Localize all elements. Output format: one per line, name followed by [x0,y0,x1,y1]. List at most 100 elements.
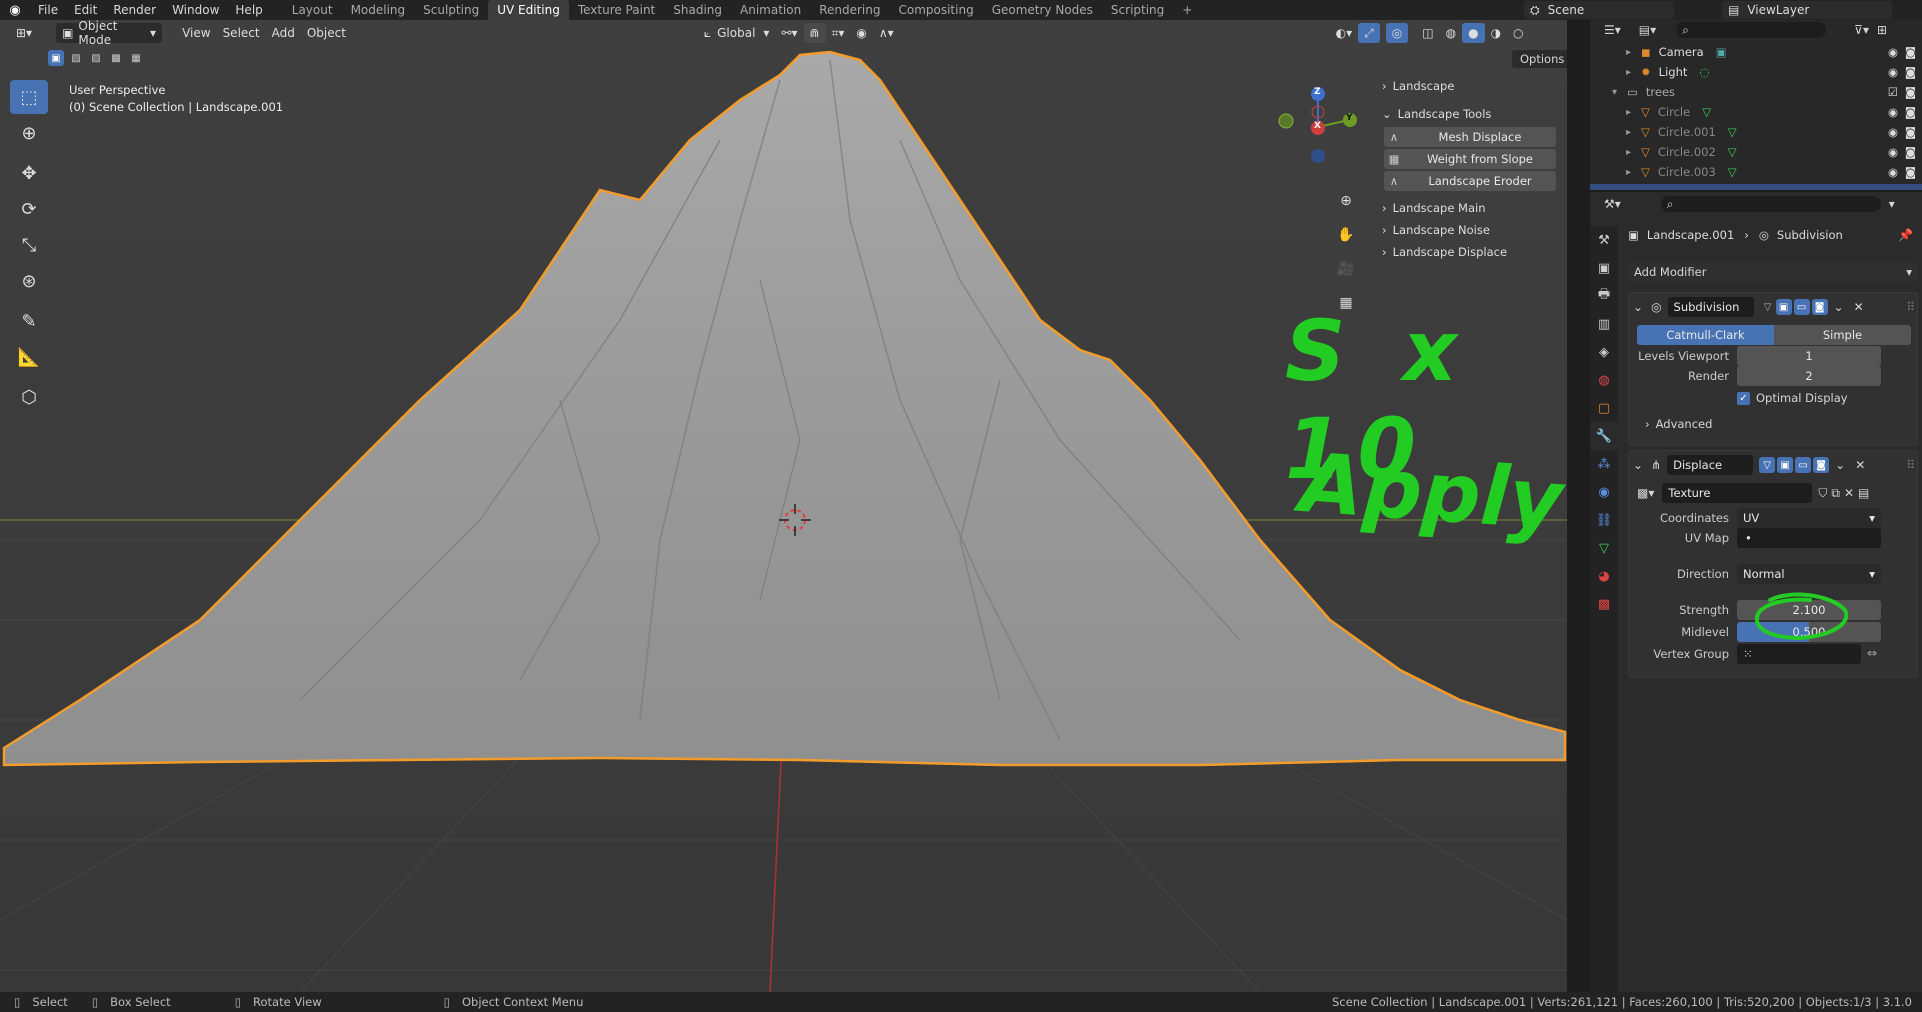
workspace-tab-scripting[interactable]: Scripting [1102,0,1173,20]
transform-tool-icon[interactable]: ⊛ [10,264,48,298]
wireframe-shading-icon[interactable]: ◍ [1440,23,1462,43]
texture-name-field[interactable]: Texture [1662,483,1813,503]
select-invert-icon[interactable]: ▩ [108,50,124,66]
edit-mode-toggle-icon[interactable]: ▽ [1760,299,1776,315]
measure-tool-icon[interactable]: 📐 [10,340,48,374]
workspace-tab-layout[interactable]: Layout [283,0,342,20]
simple-button[interactable]: Simple [1774,325,1911,345]
pin-icon[interactable]: 📌 [1898,228,1913,242]
scene-tab-icon[interactable]: ◈ [1590,338,1618,366]
output-tab-icon[interactable]: 🖶 [1590,282,1618,310]
add-cube-tool-icon[interactable]: ⬡ [10,380,48,414]
pan-hand-icon[interactable]: ✋ [1333,222,1359,248]
landscape-tool-button[interactable]: ∧ Landscape Eroder [1384,171,1556,191]
displace-name-field[interactable]: Displace [1667,455,1754,475]
chevron-right-icon[interactable]: ▸ [1626,127,1631,138]
visibility-eye-icon[interactable]: ◉ [1888,165,1898,179]
editor-type-icon[interactable]: ⊞▾ [10,23,38,43]
scale-tool-icon[interactable]: ⤡ [10,228,48,262]
outliner-selected-row[interactable] [1590,184,1922,190]
chevron-down-icon[interactable]: ⌄ [1633,300,1643,314]
visibility-icon[interactable]: ◐▾ [1330,23,1359,43]
blender-logo-icon[interactable]: ◉ [0,3,30,18]
sidebar-tab-item[interactable]: Item [1563,98,1567,136]
pivot-icon[interactable]: ⚯▾ [775,23,803,43]
object-menu[interactable]: Object [301,23,352,43]
world-tab-icon[interactable]: ◍ [1590,366,1618,394]
workspace-tab-modeling[interactable]: Modeling [342,0,415,20]
render-visibility-icon[interactable]: ◙ [1905,145,1916,159]
outliner[interactable]: ☰▾ ▤▾ ⌕ ⊽▾ ⊞ ▸ ◼ Camera ▣ ◉ ◙ ▸ ✹ Light ◌ ◉ ◙ ▾ ▭ tree… [1590,20,1922,190]
material-shading-icon[interactable]: ◑ [1485,23,1507,43]
outliner-row[interactable]: ▸ ▽ Circle ▽ ◉ ◙ [1590,102,1922,122]
render-tab-icon[interactable]: ▣ [1590,254,1618,282]
proportional-edit-icon[interactable]: ◉ [850,23,872,43]
landscape-tool-button[interactable]: ▦ Weight from Slope [1384,149,1556,169]
cage-toggle-icon[interactable]: ▣ [1777,457,1794,473]
add-modifier-dropdown[interactable]: Add Modifier ▾ [1628,262,1918,282]
outliner-row[interactable]: ▸ ▽ Circle.003 ▽ ◉ ◙ [1590,162,1922,182]
material-tab-icon[interactable]: ◕ [1590,562,1618,590]
particles-tab-icon[interactable]: ⁂ [1590,450,1618,478]
add-workspace-button[interactable]: + [1173,0,1201,20]
duplicate-icon[interactable]: ⧉ [1831,486,1840,501]
sidebar-section-landscape-main[interactable]: › Landscape Main [1378,197,1560,219]
outliner-row[interactable]: ▸ ▽ Circle.002 ▽ ◉ ◙ [1590,142,1922,162]
viewlayer-selector[interactable]: ▤ ViewLayer [1722,1,1892,19]
drag-handle-icon[interactable]: ⠿ [1906,458,1915,472]
chevron-down-icon[interactable]: ▾ [1612,87,1617,98]
render-visibility-icon[interactable]: ◙ [1905,45,1916,59]
rendered-shading-icon[interactable]: ○ [1507,23,1529,43]
tool-tab-icon[interactable]: ⚒ [1590,226,1618,254]
subdivision-name-field[interactable]: Subdivision [1667,297,1754,317]
uvmap-field[interactable]: • [1737,528,1881,548]
render-visibility-icon[interactable]: ◙ [1905,165,1916,179]
chevron-right-icon[interactable]: ▸ [1626,167,1631,178]
display-mode-icon[interactable]: ▤▾ [1639,23,1656,37]
viewport-toggle-icon[interactable]: ▭ [1795,457,1812,473]
outliner-row[interactable]: ▸ ◼ Camera ▣ ◉ ◙ [1590,42,1922,62]
xray-icon[interactable]: ◫ [1416,23,1439,43]
render-visibility-icon[interactable]: ◙ [1905,105,1916,119]
select-extend-icon[interactable]: ▧ [68,50,84,66]
physics-tab-icon[interactable]: ◉ [1590,478,1618,506]
workspace-tab-compositing[interactable]: Compositing [889,0,982,20]
cage-toggle-icon[interactable]: ▣ [1775,299,1792,315]
properties-search-input[interactable]: ⌕ [1660,196,1881,212]
menu-help[interactable]: Help [227,0,270,20]
catmull-clark-button[interactable]: Catmull-Clark [1637,325,1774,345]
object-mode-dropdown[interactable]: ▣ Object Mode ▾ [56,20,163,47]
select-new-icon[interactable]: ▣ [48,50,64,66]
annotate-tool-icon[interactable]: ✎ [10,304,48,338]
texture-browse-icon[interactable]: ▩▾ [1637,486,1654,500]
camera-view-icon[interactable]: 🎥 [1333,256,1359,282]
chevron-right-icon[interactable]: ▸ [1626,67,1631,78]
optimal-display-checkbox[interactable]: ✓ Optimal Display [1737,391,1848,405]
visibility-eye-icon[interactable]: ◉ [1888,45,1898,59]
select-box-tool-icon[interactable]: ⬚ [10,80,48,114]
outliner-editor-icon[interactable]: ☰▾ [1604,23,1621,37]
outliner-row[interactable]: ▸ ▽ Circle.001 ▽ ◉ ◙ [1590,122,1922,142]
cursor-tool-icon[interactable]: ⊕ [10,116,48,150]
sidebar-section-landscape-displace[interactable]: › Landscape Displace [1378,241,1560,263]
3d-viewport[interactable]: ⊞▾ ▣ Object Mode ▾ View Select Add Objec… [0,20,1567,992]
texture-properties-icon[interactable]: ▤ [1858,486,1869,500]
drag-handle-icon[interactable]: ⠿ [1906,300,1915,314]
outliner-row[interactable]: ▾ ▭ trees ☑ ◙ [1590,82,1922,102]
render-toggle-icon[interactable]: ◙ [1811,299,1828,315]
view-menu[interactable]: View [176,23,216,43]
sidebar-section-landscape-noise[interactable]: › Landscape Noise [1378,219,1560,241]
chevron-right-icon[interactable]: ▸ [1626,107,1631,118]
visibility-eye-icon[interactable]: ◉ [1888,105,1898,119]
landscape-tools-section[interactable]: ⌄ Landscape Tools [1378,103,1560,125]
select-subtract-icon[interactable]: ▨ [88,50,104,66]
data-tab-icon[interactable]: ▽ [1590,534,1618,562]
modifier-tab-icon[interactable]: 🔧 [1590,422,1618,450]
advanced-subpanel[interactable]: › Advanced [1645,417,1712,431]
sidebar-tab-create[interactable]: Create [1563,227,1567,279]
add-menu[interactable]: Add [266,23,301,43]
snap-icon[interactable]: ⋒ [803,23,826,43]
chevron-down-icon[interactable]: ▾ [1889,197,1895,211]
workspace-tab-sculpting[interactable]: Sculpting [414,0,488,20]
visibility-eye-icon[interactable]: ◉ [1888,145,1898,159]
